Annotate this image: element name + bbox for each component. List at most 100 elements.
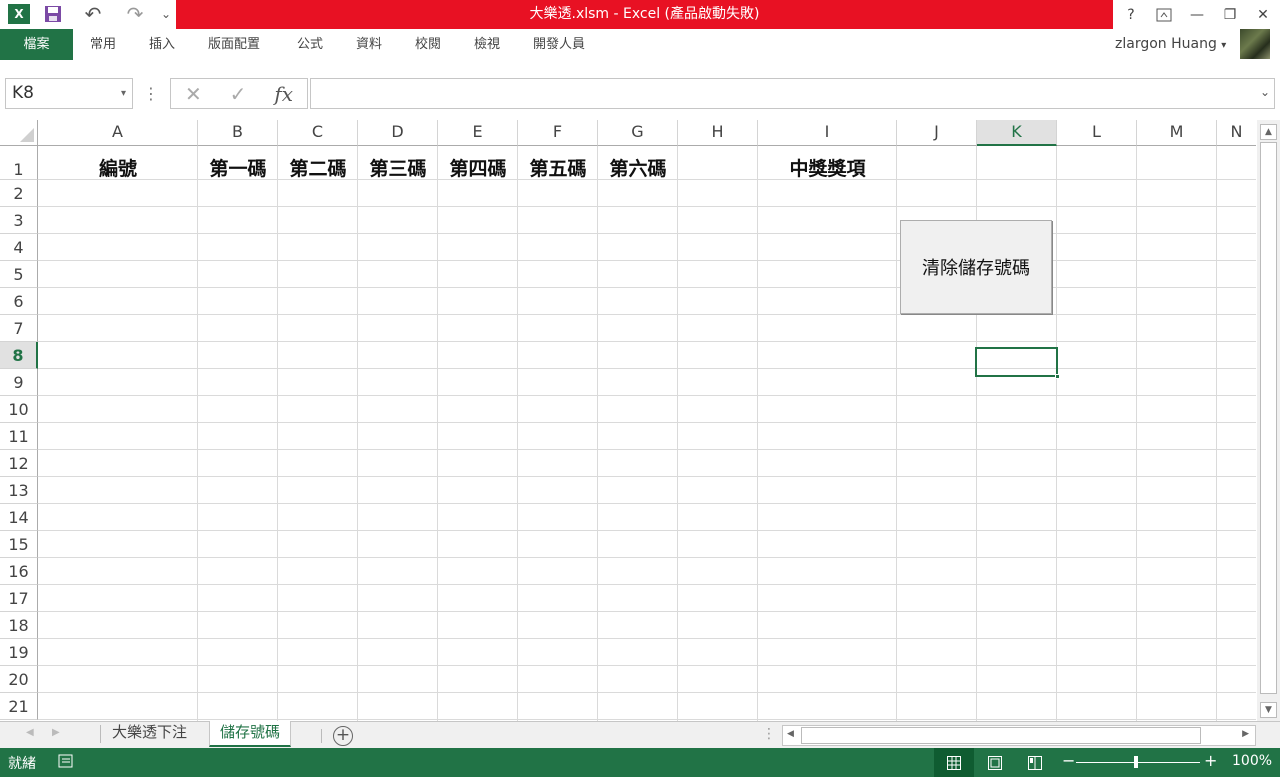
- row-header-5[interactable]: 5: [0, 261, 38, 288]
- select-all-corner[interactable]: [0, 120, 38, 146]
- horizontal-scroll-thumb[interactable]: [801, 727, 1201, 744]
- column-header-I[interactable]: I: [758, 120, 897, 146]
- chevron-down-icon[interactable]: ▾: [121, 79, 126, 108]
- row-header-13[interactable]: 13: [0, 477, 38, 504]
- more-options-icon[interactable]: ⋮: [142, 78, 160, 109]
- fill-handle[interactable]: [1055, 374, 1060, 379]
- cell-I1[interactable]: 中獎獎項: [758, 154, 897, 181]
- scroll-up-icon[interactable]: ▲: [1260, 124, 1277, 140]
- column-header-B[interactable]: B: [198, 120, 278, 146]
- scroll-down-icon[interactable]: ▼: [1260, 702, 1277, 718]
- minimize-button[interactable]: —: [1181, 0, 1213, 29]
- selected-cell[interactable]: [975, 347, 1060, 379]
- row-header-16[interactable]: 16: [0, 558, 38, 585]
- expand-formula-icon[interactable]: ⌄: [1260, 85, 1270, 99]
- column-header-F[interactable]: F: [518, 120, 598, 146]
- row-header-19[interactable]: 19: [0, 639, 38, 666]
- avatar[interactable]: [1240, 29, 1270, 59]
- tab-insert[interactable]: 插入: [149, 29, 175, 60]
- row-header-20[interactable]: 20: [0, 666, 38, 693]
- tab-data[interactable]: 資料: [356, 29, 382, 60]
- customize-qat-icon[interactable]: ⌄: [158, 4, 174, 24]
- ribbon-display-options-icon[interactable]: [1148, 0, 1180, 29]
- more-options-icon[interactable]: ⋮: [762, 726, 776, 742]
- redo-icon[interactable]: ↷: [118, 2, 152, 26]
- file-tab[interactable]: 檔案: [0, 29, 73, 60]
- tab-developer[interactable]: 開發人員: [533, 29, 585, 60]
- prev-sheet-icon[interactable]: ◀: [26, 727, 34, 738]
- cell-D1[interactable]: 第三碼: [358, 154, 438, 181]
- add-sheet-icon[interactable]: +: [333, 726, 353, 746]
- column-header-D[interactable]: D: [358, 120, 438, 146]
- normal-view-icon[interactable]: [934, 748, 974, 777]
- cell-E1[interactable]: 第四碼: [438, 154, 518, 181]
- column-header-H[interactable]: H: [678, 120, 758, 146]
- macro-recording-icon[interactable]: [58, 753, 74, 773]
- row-header-9[interactable]: 9: [0, 369, 38, 396]
- tab-formulas[interactable]: 公式: [297, 29, 323, 60]
- zoom-out-icon[interactable]: −: [1062, 751, 1075, 770]
- spreadsheet-grid[interactable]: ABCDEFGHIJKLMN 1 2 3 4 5 6 7 8 9 10 11 12 13 14 15 16 17…: [0, 120, 1256, 721]
- sheet-tab-saved-numbers[interactable]: 儲存號碼: [209, 721, 292, 747]
- scroll-right-icon[interactable]: ▶: [1242, 729, 1249, 739]
- zoom-slider[interactable]: [1076, 756, 1200, 768]
- enter-icon[interactable]: ✓: [230, 82, 247, 106]
- cell-B1[interactable]: 第一碼: [198, 154, 278, 181]
- row-header-15[interactable]: 15: [0, 531, 38, 558]
- row-header-6[interactable]: 6: [0, 288, 38, 315]
- row-header-21[interactable]: 21: [0, 693, 38, 720]
- row-header-2[interactable]: 2: [0, 180, 38, 207]
- column-header-M[interactable]: M: [1137, 120, 1217, 146]
- close-button[interactable]: ✕: [1247, 0, 1279, 29]
- tab-view[interactable]: 檢視: [474, 29, 500, 60]
- scroll-left-icon[interactable]: ◀: [787, 729, 794, 739]
- vertical-scrollbar[interactable]: ▲ ▼: [1257, 120, 1280, 721]
- insert-function-icon[interactable]: fx: [274, 82, 293, 106]
- tab-review[interactable]: 校閱: [415, 29, 441, 60]
- formula-input[interactable]: ⌄: [310, 78, 1275, 109]
- help-button[interactable]: ?: [1115, 0, 1147, 29]
- cell-G1[interactable]: 第六碼: [598, 154, 678, 181]
- cell-F1[interactable]: 第五碼: [518, 154, 598, 181]
- column-header-E[interactable]: E: [438, 120, 518, 146]
- page-layout-view-icon[interactable]: [978, 748, 1012, 777]
- column-header-J[interactable]: J: [897, 120, 977, 146]
- next-sheet-icon[interactable]: ▶: [52, 727, 60, 738]
- column-header-A[interactable]: A: [38, 120, 198, 146]
- restore-button[interactable]: ❐: [1214, 0, 1246, 29]
- zoom-in-icon[interactable]: +: [1204, 751, 1217, 770]
- row-header-1[interactable]: 1: [0, 146, 38, 180]
- excel-app-icon[interactable]: X: [8, 4, 30, 24]
- row-header-17[interactable]: 17: [0, 585, 38, 612]
- tab-page-layout[interactable]: 版面配置: [208, 29, 260, 60]
- undo-icon[interactable]: ↶: [76, 2, 110, 26]
- save-icon[interactable]: [42, 4, 64, 24]
- column-header-G[interactable]: G: [598, 120, 678, 146]
- clear-saved-numbers-button[interactable]: 清除儲存號碼: [900, 220, 1052, 314]
- zoom-level[interactable]: 100%: [1232, 753, 1272, 769]
- row-header-8[interactable]: 8: [0, 342, 38, 369]
- user-account[interactable]: zlargon Huang ▾: [1115, 29, 1226, 60]
- horizontal-scrollbar[interactable]: ◀ ▶: [782, 725, 1256, 746]
- zoom-slider-thumb[interactable]: [1134, 756, 1138, 768]
- row-header-18[interactable]: 18: [0, 612, 38, 639]
- cancel-icon[interactable]: ✕: [185, 82, 202, 106]
- row-header-14[interactable]: 14: [0, 504, 38, 531]
- column-header-C[interactable]: C: [278, 120, 358, 146]
- vertical-scroll-thumb[interactable]: [1260, 142, 1277, 694]
- name-box[interactable]: K8 ▾: [5, 78, 133, 109]
- row-header-3[interactable]: 3: [0, 207, 38, 234]
- row-header-7[interactable]: 7: [0, 315, 38, 342]
- tab-home[interactable]: 常用: [90, 29, 116, 60]
- cell-A1[interactable]: 編號: [38, 154, 198, 181]
- cell-C1[interactable]: 第二碼: [278, 154, 358, 181]
- column-header-L[interactable]: L: [1057, 120, 1137, 146]
- row-header-11[interactable]: 11: [0, 423, 38, 450]
- page-break-view-icon[interactable]: [1018, 748, 1052, 777]
- row-header-12[interactable]: 12: [0, 450, 38, 477]
- sheet-tab-bet[interactable]: 大樂透下注: [102, 721, 197, 746]
- row-header-10[interactable]: 10: [0, 396, 38, 423]
- column-header-K[interactable]: K: [977, 120, 1057, 146]
- row-header-4[interactable]: 4: [0, 234, 38, 261]
- column-header-N[interactable]: N: [1217, 120, 1256, 146]
